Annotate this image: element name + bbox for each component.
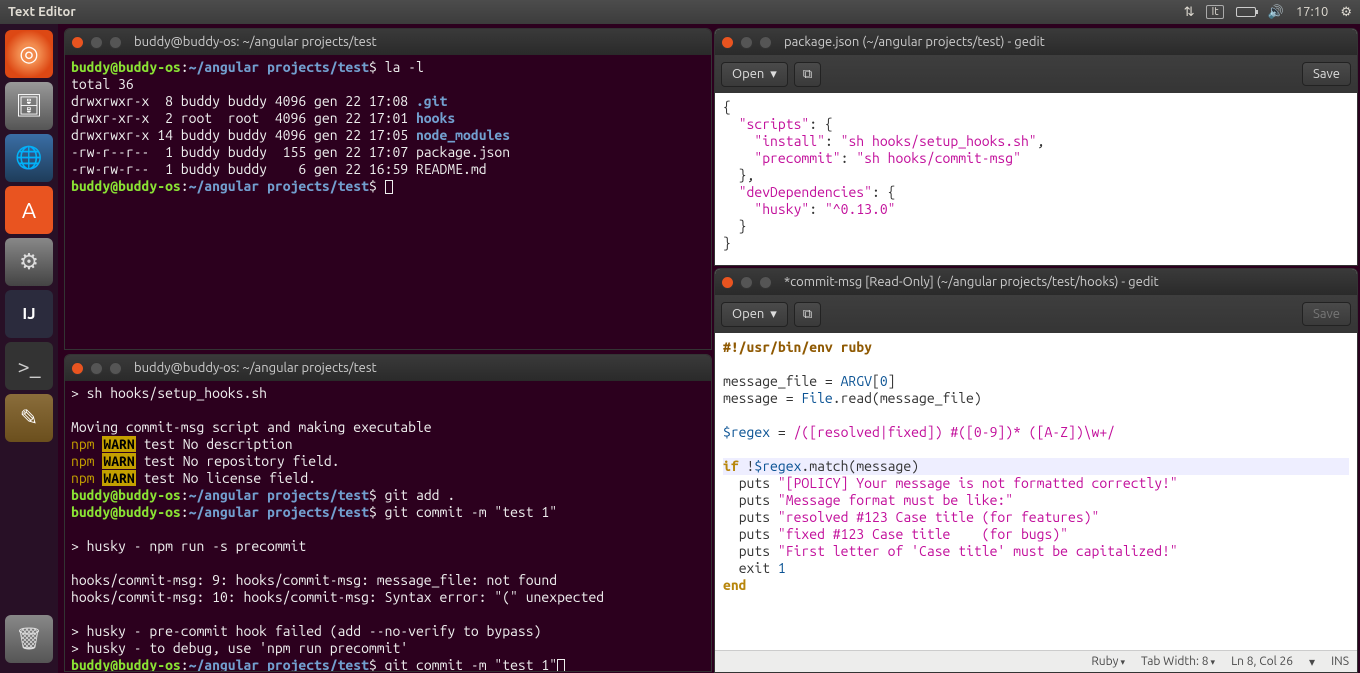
- sound-icon[interactable]: 🔊: [1268, 5, 1284, 20]
- terminal2-title: buddy@buddy-os: ~/angular projects/test: [134, 361, 377, 375]
- dash-icon[interactable]: ◎: [5, 30, 53, 78]
- gedit-icon[interactable]: ✎: [5, 394, 53, 442]
- gedit2-title: *commit-msg [Read-Only] (~/angular proje…: [784, 275, 1159, 289]
- minimize-icon[interactable]: [740, 276, 753, 289]
- settings-icon[interactable]: ⚙: [5, 238, 53, 286]
- close-icon[interactable]: [721, 276, 734, 289]
- terminal1-body[interactable]: buddy@buddy-os:~/angular projects/test$ …: [65, 55, 711, 199]
- gear-icon[interactable]: ⚙: [1340, 5, 1352, 20]
- trash-icon[interactable]: 🗑: [5, 615, 53, 663]
- insert-mode: INS: [1331, 655, 1349, 668]
- maximize-icon[interactable]: [109, 362, 122, 375]
- gedit-window-commit-msg[interactable]: *commit-msg [Read-Only] (~/angular proje…: [714, 268, 1358, 673]
- firefox-icon[interactable]: 🌐: [5, 134, 53, 182]
- gedit1-body[interactable]: { "scripts": { "install": "sh hooks/setu…: [715, 93, 1357, 258]
- save-button: Save: [1302, 302, 1351, 326]
- cursor-position: Ln 8, Col 26: [1231, 655, 1293, 668]
- close-icon[interactable]: [721, 36, 734, 49]
- gedit2-titlebar[interactable]: *commit-msg [Read-Only] (~/angular proje…: [715, 269, 1357, 295]
- top-menu-bar: Text Editor ⇅ It 🔊 17:10 ⚙: [0, 0, 1360, 24]
- close-icon[interactable]: [71, 36, 84, 49]
- intellij-icon[interactable]: IJ: [5, 290, 53, 338]
- minimize-icon[interactable]: [90, 36, 103, 49]
- open-button[interactable]: Open▾: [721, 62, 788, 87]
- language-selector[interactable]: Ruby: [1091, 655, 1125, 668]
- terminal-window-2[interactable]: buddy@buddy-os: ~/angular projects/test …: [64, 354, 712, 672]
- gedit2-body[interactable]: #!/usr/bin/env ruby message_file = ARGV[…: [715, 333, 1357, 600]
- battery-icon[interactable]: [1236, 7, 1256, 17]
- terminal-icon[interactable]: >_: [5, 342, 53, 390]
- gedit-window-package[interactable]: package.json (~/angular projects/test) -…: [714, 28, 1358, 266]
- gedit1-title: package.json (~/angular projects/test) -…: [784, 35, 1045, 49]
- maximize-icon[interactable]: [109, 36, 122, 49]
- overwrite-toggle[interactable]: ▾: [1309, 655, 1315, 669]
- app-title: Text Editor: [8, 5, 76, 19]
- clock[interactable]: 17:10: [1296, 5, 1329, 19]
- gedit2-toolbar: Open▾ ⧉ Save: [715, 295, 1357, 333]
- terminal1-titlebar[interactable]: buddy@buddy-os: ~/angular projects/test: [65, 29, 711, 55]
- minimize-icon[interactable]: [740, 36, 753, 49]
- terminal2-body[interactable]: > sh hooks/setup_hooks.sh Moving commit-…: [65, 381, 711, 672]
- close-icon[interactable]: [71, 362, 84, 375]
- open-button[interactable]: Open▾: [721, 302, 788, 327]
- gedit1-titlebar[interactable]: package.json (~/angular projects/test) -…: [715, 29, 1357, 55]
- software-center-icon[interactable]: A: [5, 186, 53, 234]
- network-icon[interactable]: ⇅: [1184, 5, 1195, 20]
- gedit-statusbar: Ruby Tab Width: 8 Ln 8, Col 26 ▾ INS: [715, 650, 1357, 672]
- tabwidth-selector[interactable]: Tab Width: 8: [1141, 655, 1215, 668]
- files-icon[interactable]: 🗄: [5, 82, 53, 130]
- gedit1-toolbar: Open▾ ⧉ Save: [715, 55, 1357, 93]
- terminal-window-1[interactable]: buddy@buddy-os: ~/angular projects/test …: [64, 28, 712, 350]
- maximize-icon[interactable]: [759, 276, 772, 289]
- maximize-icon[interactable]: [759, 36, 772, 49]
- new-tab-button[interactable]: ⧉: [794, 302, 821, 327]
- keyboard-indicator[interactable]: It: [1206, 5, 1223, 19]
- new-tab-button[interactable]: ⧉: [794, 62, 821, 87]
- chevron-down-icon: ▾: [770, 307, 777, 322]
- terminal1-title: buddy@buddy-os: ~/angular projects/test: [134, 35, 377, 49]
- unity-launcher: ◎ 🗄 🌐 A ⚙ IJ >_ ✎ 🗑: [0, 24, 58, 673]
- minimize-icon[interactable]: [90, 362, 103, 375]
- chevron-down-icon: ▾: [770, 67, 777, 82]
- terminal2-titlebar[interactable]: buddy@buddy-os: ~/angular projects/test: [65, 355, 711, 381]
- save-button[interactable]: Save: [1302, 62, 1351, 86]
